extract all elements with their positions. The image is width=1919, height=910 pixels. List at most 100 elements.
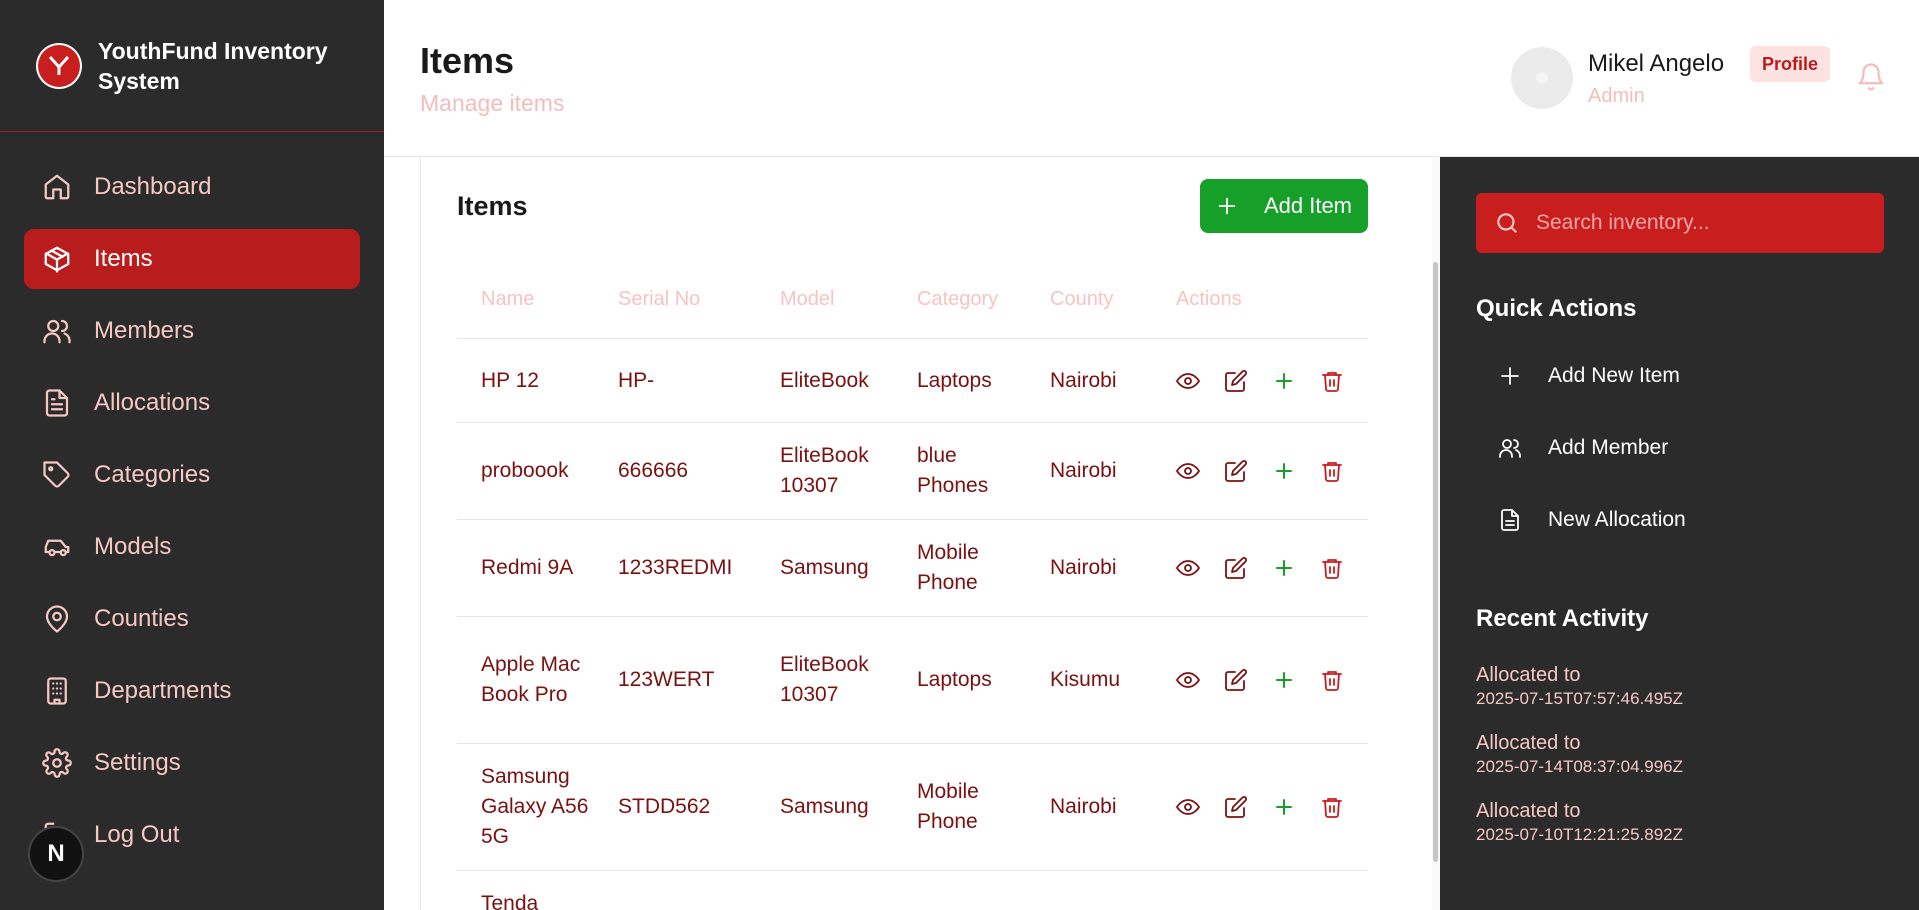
column-header-name[interactable]: Name [457,288,594,311]
sidebar-item-label: Dashboard [94,173,212,200]
eye-icon [1176,372,1200,389]
activity-label: Allocated to [1476,800,1581,822]
cell-model: Samsung [780,795,869,818]
add-item-label: Add Item [1263,193,1353,218]
view-button[interactable] [1176,792,1200,822]
recent-activity-list: Allocated to 2025-07-15T07:57:46.495Z Al… [1476,663,1884,867]
plus-icon [1276,463,1292,479]
view-button[interactable] [1176,366,1200,396]
edit-icon [1225,557,1247,579]
sidebar-item-settings[interactable]: Settings [24,733,360,793]
cell-category: Laptops [917,368,992,392]
activity-timestamp: 2025-07-14T08:37:04.996Z [1476,757,1683,776]
quick-action-add-member[interactable]: Add Member [1476,424,1884,472]
sidebar-item-categories[interactable]: Categories [24,445,360,505]
column-header-serial[interactable]: Serial No [594,288,756,311]
brand-logo [36,42,82,89]
user-role: Admin [1588,85,1645,107]
allocate-button[interactable] [1272,366,1296,396]
activity-timestamp: 2025-07-15T07:57:46.495Z [1476,689,1683,708]
car-icon [44,539,70,557]
edit-button[interactable] [1224,553,1248,583]
tag-icon [43,461,70,488]
plus-icon [1276,560,1292,576]
edit-button[interactable] [1224,792,1248,822]
dev-tools-badge[interactable]: N [28,826,84,882]
main-content: Items Add Item Name Serial No Model Cate… [384,157,1440,910]
cell-name: Apple Mac Book Pro [481,653,581,706]
cell-county: Nairobi [1050,556,1117,579]
edit-icon [1225,796,1247,818]
trash-icon [1322,798,1342,818]
cell-name: Samsung Galaxy A56 5G [481,765,589,848]
table-header: Name Serial No Model Category County Act… [457,261,1368,339]
cell-name: Tenda [481,892,539,910]
allocate-button[interactable] [1272,665,1296,695]
allocate-button[interactable] [1272,792,1296,822]
cell-county: Nairobi [1050,459,1117,482]
activity-label: Allocated to [1476,664,1581,686]
sidebar-item-items[interactable]: Items [24,229,360,289]
delete-button[interactable] [1320,665,1344,695]
delete-button[interactable] [1320,792,1344,822]
allocate-button[interactable] [1272,553,1296,583]
trash-icon [1322,371,1342,392]
edit-button[interactable] [1224,456,1248,486]
view-button[interactable] [1176,553,1200,583]
plus-icon [1276,372,1292,389]
delete-button[interactable] [1320,366,1344,396]
avatar[interactable] [1511,47,1573,109]
users-icon [43,319,71,344]
delete-button[interactable] [1320,553,1344,583]
view-button[interactable] [1176,665,1200,695]
view-button[interactable] [1176,456,1200,486]
edit-button[interactable] [1224,665,1248,695]
delete-button[interactable] [1320,456,1344,486]
cell-county: Nairobi [1050,795,1117,818]
sidebar-item-label: Items [94,245,153,272]
column-header-county[interactable]: County [1026,288,1152,311]
sidebar-item-label: Log Out [94,821,180,848]
activity-item: Allocated to 2025-07-10T12:21:25.892Z [1476,799,1884,847]
building-icon [47,677,67,705]
sidebar-item-models[interactable]: Models [24,517,360,577]
column-header-category[interactable]: Category [893,288,1026,311]
row-actions [1152,792,1368,822]
column-header-actions: Actions [1176,288,1242,310]
cell-model: EliteBook 10307 [780,653,869,706]
activity-label: Allocated to [1476,732,1581,754]
column-header-model[interactable]: Model [756,288,893,311]
row-actions [1152,665,1368,695]
allocate-button[interactable] [1272,456,1296,486]
edit-button[interactable] [1224,366,1248,396]
sidebar-item-departments[interactable]: Departments [24,661,360,721]
map-pin-icon [45,605,69,633]
search-input[interactable] [1536,211,1866,235]
sidebar-item-allocations[interactable]: Allocations [24,373,360,433]
table-row: Apple Mac Book Pro 123WERT EliteBook 10307… [457,617,1368,744]
bell-icon[interactable] [1856,62,1886,92]
cell-serial: HP- [618,368,655,392]
file-text-icon [1501,509,1519,531]
trash-icon [1322,559,1342,579]
brand: YouthFund Inventory System [0,0,384,132]
sidebar-item-members[interactable]: Members [24,301,360,361]
file-text-icon [45,389,69,417]
sidebar-item-label: Counties [94,605,189,632]
eye-icon [1176,799,1200,815]
quick-action-label: Add New Item [1548,364,1680,387]
cell-model: EliteBook [780,368,869,392]
sidebar-item-dashboard[interactable]: Dashboard [24,157,360,217]
sidebar-item-counties[interactable]: Counties [24,589,360,649]
right-panel: Quick Actions Add New Item Add Member Ne… [1440,157,1919,910]
quick-action-add-item[interactable]: Add New Item [1476,352,1884,400]
cell-model: EliteBook 10307 [780,444,869,497]
page-title: Items [420,40,515,81]
eye-icon [1176,463,1200,479]
quick-action-new-allocation[interactable]: New Allocation [1476,496,1884,544]
plus-icon [1276,799,1292,815]
profile-button[interactable]: Profile [1750,46,1831,82]
add-item-button[interactable]: Add Item [1200,179,1368,233]
scrollbar-thumb[interactable] [1433,262,1438,862]
search-bar[interactable] [1476,193,1884,253]
